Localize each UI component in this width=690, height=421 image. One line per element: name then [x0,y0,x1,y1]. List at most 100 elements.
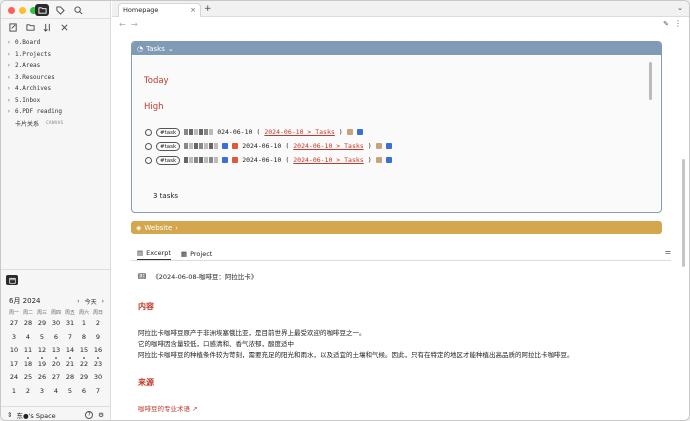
more-options-icon[interactable]: ⋮ [674,19,682,28]
tree-item-pdf-reading[interactable]: › 6.PDF reading [7,106,63,118]
tab-project[interactable]: ▦ Project [181,247,212,260]
today-button[interactable]: 今天 [85,297,97,306]
tree-item-inbox[interactable]: › 5.Inbox [7,95,63,107]
main-scrollbar[interactable] [682,159,685,267]
new-note-icon[interactable] [6,21,20,33]
calendar-day[interactable]: 21 [63,359,77,373]
calendar-day[interactable]: 2 [21,386,35,400]
calendar-day[interactable]: 29 [77,372,91,386]
tree-item-areas[interactable]: › 2.Areas [7,60,63,72]
edit-task-icon[interactable] [375,143,382,149]
settings-gear-icon[interactable]: ⚙ [98,411,104,419]
calendar-day[interactable]: 13 [49,345,63,359]
calendar-day[interactable]: 15 [77,345,91,359]
chevron-right-icon[interactable]: › [175,224,178,232]
task-backlink[interactable]: 2024-06-10 > Tasks [293,142,363,150]
chevron-updown-icon[interactable]: ⇕ [7,411,12,419]
back-arrow-icon[interactable]: ← [119,20,126,29]
calendar-day[interactable]: 6 [49,332,63,346]
calendar-day[interactable]: 1 [77,318,91,332]
new-folder-icon[interactable] [23,21,37,33]
close-icon[interactable]: × [190,4,196,17]
folder-icon[interactable] [35,4,49,16]
forward-arrow-icon[interactable]: → [131,20,138,29]
tasks-callout-header[interactable]: ◔ Tasks ⌄ [132,42,661,55]
calendar-icon[interactable] [6,275,18,285]
tree-item-projects[interactable]: › 1.Projects [7,49,63,61]
link-icon[interactable] [356,129,363,135]
tree-item-board[interactable]: › 0.Board [7,37,63,49]
calendar-day[interactable]: 14 [63,345,77,359]
tree-item-canvas[interactable]: 卡片关系 CANVAS [7,118,63,130]
add-tab-icon[interactable]: + [204,4,212,14]
calendar-day[interactable]: 11 [21,345,35,359]
chevron-down-icon[interactable]: ⌄ [677,4,683,12]
calendar-day[interactable]: 26 [35,372,49,386]
calendar-day[interactable]: 7 [63,332,77,346]
calendar-day[interactable]: 12 [35,345,49,359]
calendar-day[interactable]: 18 [21,359,35,373]
filter-settings-icon[interactable]: ⚌ [665,248,671,256]
calendar-day[interactable]: 27 [7,318,21,332]
calendar-day[interactable]: 8 [77,332,91,346]
calendar-day[interactable]: 30 [49,318,63,332]
task-tag[interactable]: #task [156,127,181,137]
calendar-day[interactable]: 20 [49,359,63,373]
calendar-day[interactable]: 28 [21,318,35,332]
calendar-day[interactable]: 25 [21,372,35,386]
calendar-day[interactable]: 3 [35,386,49,400]
task-checkbox[interactable] [145,142,152,150]
calendar-day[interactable]: 28 [63,372,77,386]
tasks-scrollbar[interactable] [649,62,652,100]
calendar-day[interactable]: 5 [35,332,49,346]
edit-task-icon[interactable] [375,157,382,163]
vault-name[interactable]: 东●'s Space [16,410,55,420]
task-backlink[interactable]: 2024-06-10 > Tasks [264,128,334,136]
link-icon[interactable] [385,157,392,163]
calendar-day[interactable]: 4 [49,386,63,400]
calendar-day[interactable]: 22 [77,359,91,373]
task-tag[interactable]: #task [156,141,181,151]
source-link[interactable]: 咖啡豆的专业术语 ↗ [138,403,658,413]
calendar-day[interactable]: 23 [91,359,105,373]
tab-excerpt[interactable]: ▤ Excerpt [137,247,171,260]
calendar-day[interactable]: 31 [63,318,77,332]
task-checkbox[interactable] [145,156,152,164]
collapse-icon[interactable] [57,21,71,33]
edit-task-icon[interactable] [346,129,353,135]
search-icon[interactable] [71,4,85,16]
calendar-day[interactable]: 1 [7,386,21,400]
minimize-window-button[interactable] [19,7,26,14]
calendar-day[interactable]: 2 [91,318,105,332]
calendar-day[interactable]: 5 [63,386,77,400]
calendar-day[interactable]: 24 [7,372,21,386]
calendar-day[interactable]: 29 [35,318,49,332]
calendar-day[interactable]: 27 [49,372,63,386]
edit-pencil-icon[interactable]: ✎ [663,20,669,28]
close-window-button[interactable] [8,7,15,14]
tree-item-archives[interactable]: › 4.Archives [7,83,63,95]
calendar-day[interactable]: 9 [91,332,105,346]
calendar-day[interactable]: 17 [7,359,21,373]
task-checkbox[interactable] [145,128,152,136]
calendar-day[interactable]: 3 [7,332,21,346]
help-icon[interactable]: ? [85,410,94,419]
calendar-day[interactable]: 7 [91,386,105,400]
calendar-day[interactable]: 16 [91,345,105,359]
task-tag[interactable]: #task [156,155,181,165]
tree-item-resources[interactable]: › 3.Resources [7,72,63,84]
chevron-right-icon[interactable]: › [102,298,104,305]
tag-icon[interactable] [53,4,67,16]
calendar-day[interactable]: 30 [91,372,105,386]
calendar-day[interactable]: 6 [77,386,91,400]
chevron-left-icon[interactable]: ‹ [77,298,79,305]
task-backlink[interactable]: 2024-06-10 > Tasks [293,156,363,164]
calendar-day[interactable]: 19 [35,359,49,373]
excerpt-title[interactable]: 《2024-06-08-咖啡豆：阿拉比卡》 [152,271,257,281]
tab-homepage[interactable]: Homepage × [118,3,201,17]
calendar-day[interactable]: 4 [21,332,35,346]
calendar-day[interactable]: 10 [7,345,21,359]
link-icon[interactable] [385,143,392,149]
website-callout[interactable]: ◈ Website › [131,221,662,234]
sort-icon[interactable] [40,21,54,33]
